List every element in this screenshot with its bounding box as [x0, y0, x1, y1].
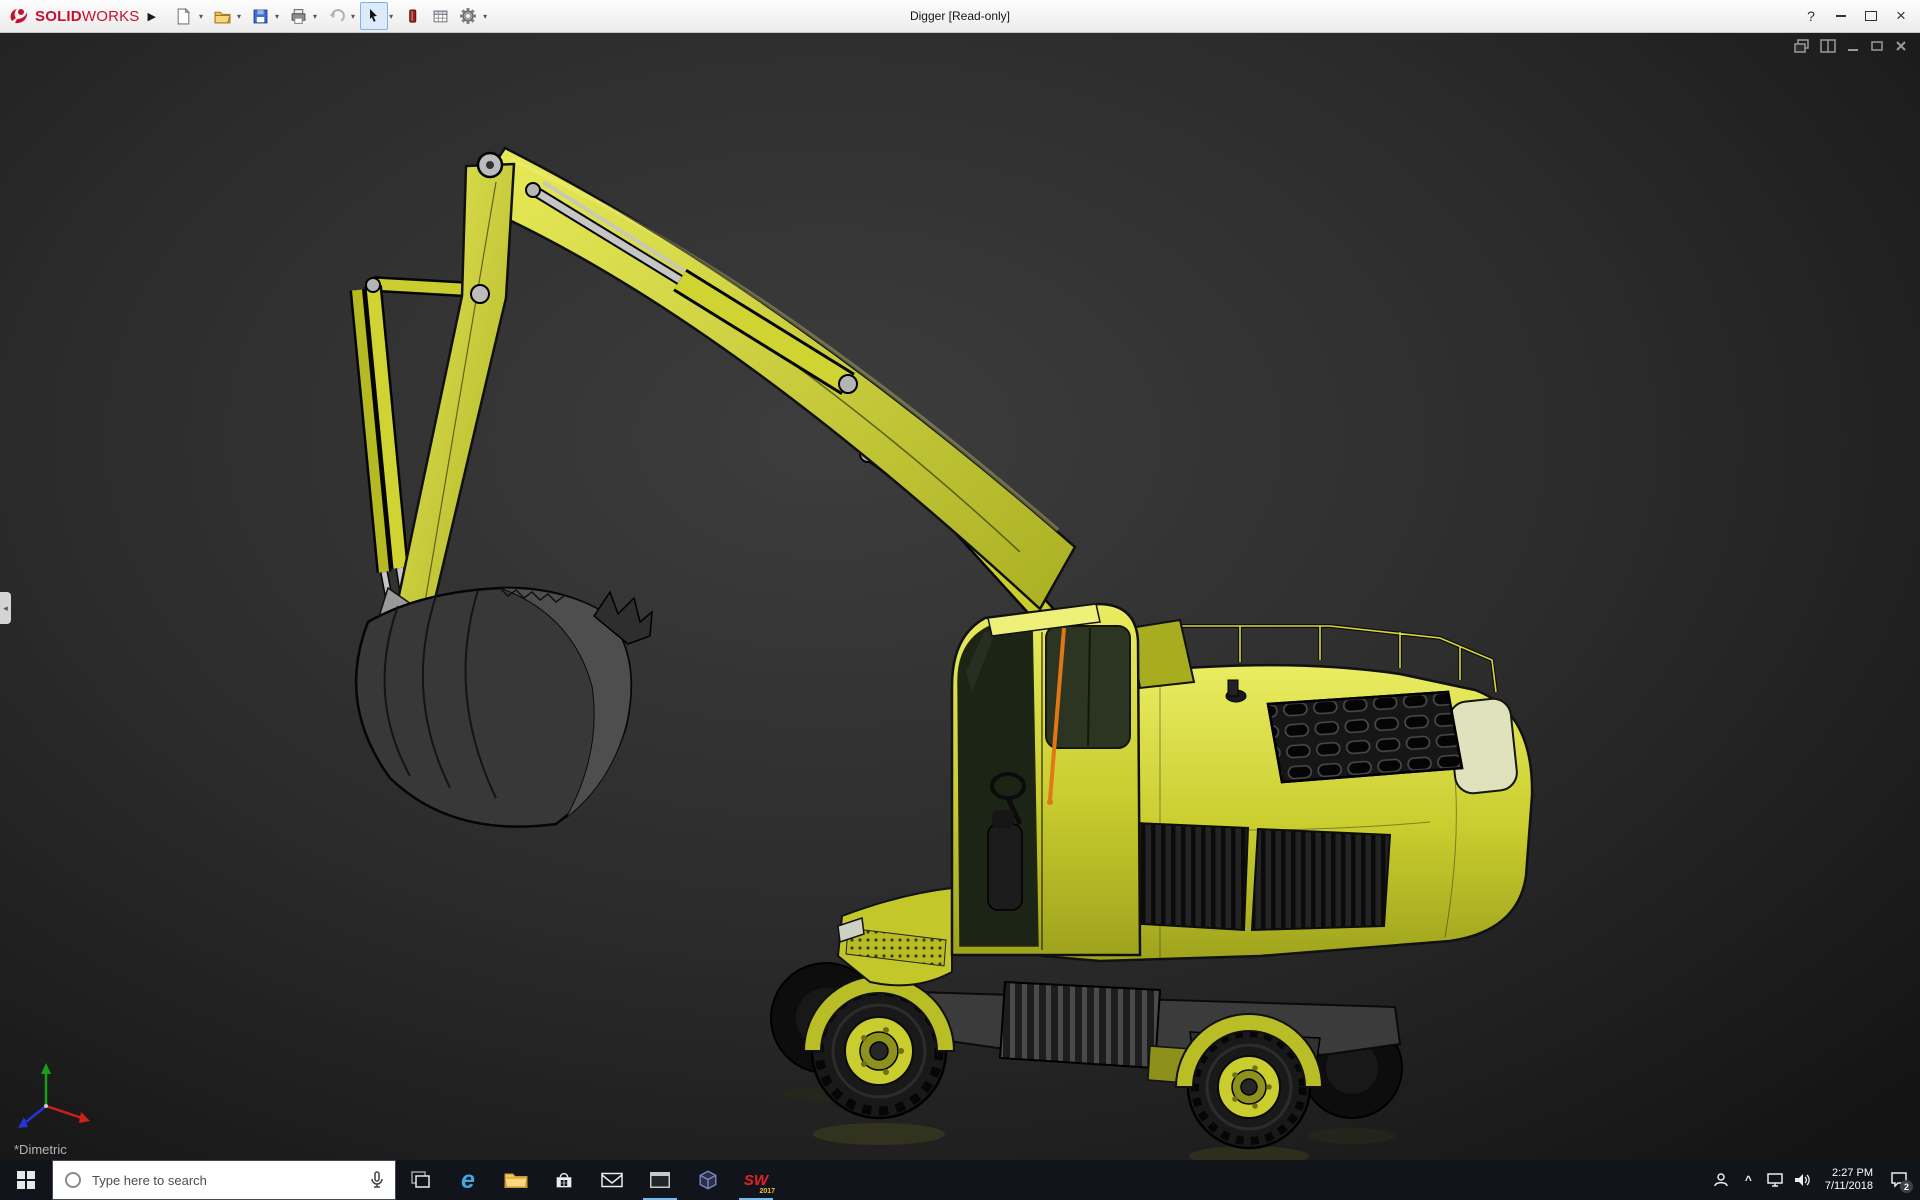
design-table-icon [433, 10, 447, 22]
print-icon [291, 8, 305, 24]
clock-date: 7/11/2018 [1824, 1180, 1873, 1192]
view-orientation-label: *Dimetric [14, 1142, 67, 1157]
select-arrow-icon [370, 9, 378, 22]
people-icon [1714, 1173, 1729, 1187]
tray-overflow-button[interactable]: ^ [1735, 1160, 1762, 1200]
design-table-button[interactable] [426, 2, 454, 30]
ds-logo-icon [10, 9, 28, 24]
select-tool-button[interactable] [360, 2, 389, 30]
print-button[interactable] [284, 2, 312, 30]
mail-icon [601, 1172, 623, 1188]
menu-expand-icon[interactable]: ▶ [148, 10, 156, 23]
edge-button[interactable]: e [444, 1160, 492, 1200]
cube-app-icon [699, 1170, 717, 1190]
system-tray: ^ 2:27 PM 7/11/2018 2 [1708, 1160, 1920, 1200]
taskbar-clock[interactable]: 2:27 PM 7/11/2018 [1816, 1167, 1882, 1193]
minimize-button[interactable] [1826, 2, 1856, 30]
network-icon [1767, 1173, 1784, 1187]
boom-mount [1128, 618, 1196, 690]
boom[interactable] [468, 146, 1077, 611]
app-window-icon [650, 1172, 670, 1188]
mail-button[interactable] [588, 1160, 636, 1200]
graphics-area[interactable]: ◂ *Dimetric [0, 32, 1920, 1160]
volume-button[interactable] [1789, 1160, 1816, 1200]
options-button[interactable] [454, 2, 482, 30]
window-controls: ? × [1796, 2, 1920, 30]
document-window-controls [1794, 39, 1908, 53]
bucket[interactable] [354, 586, 653, 828]
search-placeholder: Type here to search [92, 1172, 207, 1188]
open-dropdown-icon[interactable]: ▾ [237, 12, 241, 21]
close-button[interactable]: × [1886, 2, 1916, 30]
stick-cylinder[interactable] [525, 180, 858, 396]
tray-chevron-icon: ^ [1744, 1173, 1752, 1187]
maximize-icon [1865, 11, 1877, 21]
excavator-model[interactable] [0, 32, 1920, 1160]
maximize-button[interactable] [1856, 2, 1886, 30]
taskbar-search[interactable]: Type here to search [52, 1160, 396, 1200]
solidworks-logo: SOLIDWORKS [0, 6, 144, 26]
undo-button[interactable] [322, 2, 350, 30]
solidworks-app-button[interactable]: SW 2017 [732, 1160, 780, 1200]
restore-doc-icon[interactable] [1870, 39, 1884, 53]
store-button[interactable] [540, 1160, 588, 1200]
sw-year-label: 2017 [759, 1187, 776, 1195]
notification-badge: 2 [1900, 1180, 1913, 1193]
open-icon [214, 11, 231, 23]
stick-assembly[interactable] [349, 151, 516, 656]
titlebar: SOLIDWORKS ▶ ▾ ▾ ▾ ▾ ▾ ▾ ▾ Digger [Read-… [0, 0, 1920, 33]
cube-app-button[interactable] [684, 1160, 732, 1200]
undo-dropdown-icon[interactable]: ▾ [351, 12, 355, 21]
save-dropdown-icon[interactable]: ▾ [275, 12, 279, 21]
appearance-icon [408, 9, 416, 23]
file-explorer-button[interactable] [492, 1160, 540, 1200]
cortana-icon [65, 1172, 81, 1188]
select-dropdown-icon[interactable]: ▾ [389, 12, 393, 21]
help-button[interactable]: ? [1796, 2, 1826, 30]
side-grille-right [1250, 827, 1392, 932]
brand-text: SOLIDWORKS [35, 7, 140, 25]
solidworks-app-icon: SW 2017 [743, 1171, 776, 1195]
cab[interactable] [836, 602, 1142, 987]
task-view-icon [411, 1171, 430, 1188]
undo-icon [329, 8, 345, 22]
engine-grille[interactable] [1266, 690, 1464, 784]
exhaust-stack [1227, 679, 1239, 697]
start-button[interactable] [0, 1160, 52, 1200]
store-icon [556, 1172, 572, 1188]
options-gear-icon [460, 8, 477, 24]
open-button[interactable] [208, 2, 236, 30]
new-document-icon [178, 7, 191, 24]
start-icon [17, 1171, 35, 1189]
people-button[interactable] [1708, 1160, 1735, 1200]
edge-icon: e [461, 1165, 475, 1194]
feature-panel-collapse-tab[interactable]: ◂ [0, 592, 11, 624]
save-icon [253, 9, 267, 23]
close-doc-icon[interactable] [1894, 39, 1908, 53]
action-center-button[interactable]: 2 [1882, 1160, 1916, 1200]
microphone-icon[interactable] [369, 1171, 385, 1189]
axis-triad [18, 1063, 90, 1128]
appearance-button[interactable] [398, 2, 426, 30]
volume-icon [1795, 1174, 1811, 1186]
app-window-button[interactable] [636, 1160, 684, 1200]
options-dropdown-icon[interactable]: ▾ [483, 12, 487, 21]
stick[interactable] [388, 162, 516, 648]
print-dropdown-icon[interactable]: ▾ [313, 12, 317, 21]
taskbar: Type here to search e SW 2017 ^ 2:27 PM … [0, 1160, 1920, 1200]
task-view-button[interactable] [396, 1160, 444, 1200]
standard-toolbar: ▾ ▾ ▾ ▾ ▾ ▾ ▾ [170, 2, 492, 30]
seat [987, 823, 1023, 911]
file-explorer-icon [504, 1173, 528, 1188]
split-icon[interactable] [1820, 39, 1836, 53]
minimize-icon [1836, 15, 1846, 17]
minimize-doc-icon[interactable] [1846, 39, 1860, 53]
cascade-icon[interactable] [1794, 39, 1810, 53]
new-dropdown-icon[interactable]: ▾ [199, 12, 203, 21]
new-document-button[interactable] [170, 2, 198, 30]
network-button[interactable] [1762, 1160, 1789, 1200]
clock-time: 2:27 PM [1832, 1167, 1873, 1179]
save-button[interactable] [246, 2, 274, 30]
